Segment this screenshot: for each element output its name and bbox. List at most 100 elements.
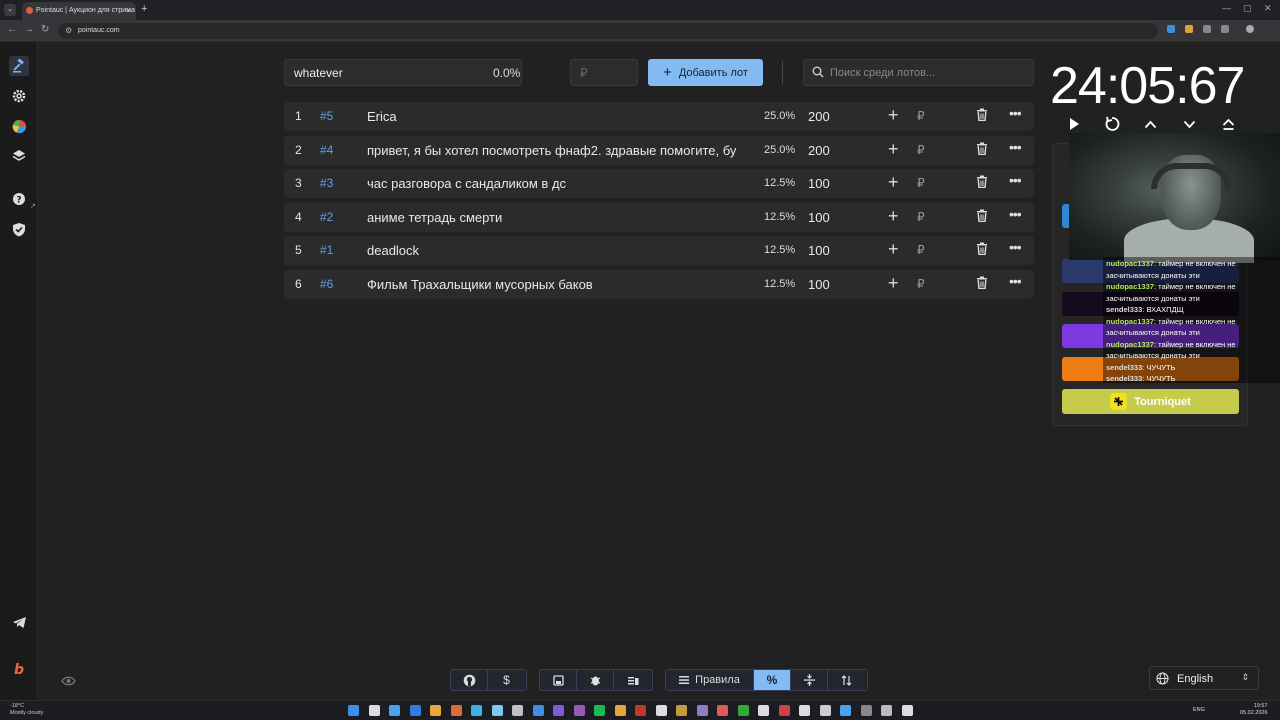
lot-id[interactable]: #5	[320, 109, 333, 123]
lot-currency[interactable]: ₽	[917, 210, 925, 224]
clear-lots-icon[interactable]	[614, 670, 651, 690]
lot-id[interactable]: #3	[320, 176, 333, 190]
lot-currency[interactable]: ₽	[917, 243, 925, 257]
delete-lot-icon[interactable]	[976, 209, 988, 225]
lot-amount[interactable]: 200	[808, 109, 830, 124]
double-chevron-up-icon[interactable]	[1218, 114, 1238, 134]
tourniquet-button[interactable]: Tourniquet	[1062, 389, 1239, 414]
maximize-icon[interactable]: ▢	[1243, 3, 1252, 14]
taskbar-app-icon[interactable]	[655, 705, 667, 716]
lot-id[interactable]: #4	[320, 143, 333, 157]
lot-name[interactable]: Фильм Трахальщики мусорных баков	[367, 277, 747, 292]
extension-icon[interactable]	[1185, 25, 1193, 33]
delete-lot-icon[interactable]	[976, 276, 988, 292]
more-options-icon[interactable]: •••	[1009, 206, 1022, 222]
lot-name[interactable]: аниме тетрадь смерти	[367, 210, 747, 225]
lot-name[interactable]: привет, я бы хотел посмотреть фнаф2. здр…	[367, 143, 747, 158]
taskbar-app-icon[interactable]	[635, 705, 646, 716]
taskbar-app-icon[interactable]	[778, 705, 790, 716]
taskbar-app-icon[interactable]	[758, 705, 769, 716]
more-options-icon[interactable]: •••	[1009, 105, 1022, 121]
lot-name-input[interactable]: whatever	[284, 59, 522, 86]
more-options-icon[interactable]: •••	[1009, 273, 1022, 289]
new-tab-icon[interactable]: +	[141, 3, 147, 15]
more-options-icon[interactable]: •••	[1009, 172, 1022, 188]
lot-amount[interactable]: 100	[808, 277, 830, 292]
taskbar-app-icon[interactable]	[860, 705, 872, 716]
taskbar-app-icon[interactable]	[676, 705, 687, 716]
lot-amount[interactable]: 100	[808, 176, 830, 191]
taskbar-app-icon[interactable]	[901, 705, 913, 716]
language-select[interactable]: English ⇕	[1149, 666, 1259, 690]
delete-lot-icon[interactable]	[976, 175, 988, 191]
add-amount-icon[interactable]: +	[888, 172, 899, 193]
taskbar-app-icon[interactable]	[532, 705, 544, 716]
lot-id[interactable]: #2	[320, 210, 333, 224]
taskbar-app-icon[interactable]	[368, 705, 380, 716]
lot-amount[interactable]: 100	[808, 210, 830, 225]
lot-amount[interactable]: 200	[808, 143, 830, 158]
profile-avatar[interactable]	[1246, 25, 1254, 33]
lot-name[interactable]: час разговора с сандаликом в дс	[367, 176, 747, 191]
lot-currency[interactable]: ₽	[917, 176, 925, 190]
taskbar-app-icon[interactable]	[491, 705, 503, 716]
bug-icon[interactable]	[577, 670, 614, 690]
add-amount-icon[interactable]: +	[888, 139, 899, 160]
keyboard-language[interactable]: ENG	[1193, 707, 1205, 713]
lot-amount[interactable]: 100	[808, 243, 830, 258]
taskbar-app-icon[interactable]	[389, 705, 400, 716]
close-tab-icon[interactable]: ✕	[125, 6, 132, 15]
percent-toggle-icon[interactable]: %	[754, 670, 791, 690]
github-icon[interactable]	[451, 670, 488, 690]
more-options-icon[interactable]: •••	[1009, 139, 1022, 155]
lot-search-input[interactable]: Поиск среди лотов...	[803, 59, 1034, 86]
delete-lot-icon[interactable]	[976, 108, 988, 124]
shield-check-icon[interactable]	[9, 219, 29, 239]
add-lot-button[interactable]: + Добавить лот	[648, 59, 763, 86]
add-amount-icon[interactable]: +	[888, 105, 899, 126]
auction-gavel-icon[interactable]	[9, 56, 29, 76]
rules-button[interactable]: Правила	[666, 670, 754, 690]
help-icon[interactable]: ?	[9, 189, 29, 209]
url-field[interactable]: ⚙ pointauc.com	[58, 23, 1158, 39]
amount-input[interactable]: ₽	[570, 59, 638, 86]
delete-lot-icon[interactable]	[976, 142, 988, 158]
telegram-icon[interactable]	[9, 612, 29, 632]
tab-list-button[interactable]: ⌄	[4, 4, 16, 16]
lot-row[interactable]: 4 #2 аниме тетрадь смерти 12.5% 100 + ₽ •••	[284, 202, 1034, 232]
taskbar-app-icon[interactable]	[717, 705, 728, 716]
taskbar-app-icon[interactable]	[737, 705, 749, 716]
compact-view-icon[interactable]	[791, 670, 828, 690]
lot-row[interactable]: 5 #1 deadlock 12.5% 100 + ₽ •••	[284, 236, 1034, 266]
lot-row[interactable]: 2 #4 привет, я бы хотел посмотреть фнаф2. …	[284, 135, 1034, 165]
taskbar-app-icon[interactable]	[573, 705, 585, 716]
lot-id[interactable]: #1	[320, 243, 333, 257]
taskbar-app-icon[interactable]	[430, 705, 441, 716]
taskbar-app-icon[interactable]	[594, 705, 605, 716]
play-icon[interactable]	[1064, 114, 1084, 134]
close-window-icon[interactable]: ✕	[1264, 3, 1272, 14]
taskbar-app-icon[interactable]	[696, 705, 708, 716]
taskbar-app-icon[interactable]	[450, 705, 462, 716]
site-info-icon[interactable]: ⚙	[65, 26, 72, 35]
delete-lot-icon[interactable]	[976, 242, 988, 258]
taskbar-app-icon[interactable]	[799, 705, 810, 716]
reload-icon[interactable]: ↻	[41, 24, 49, 35]
settings-gear-icon[interactable]	[9, 86, 29, 106]
donate-dollar-icon[interactable]: $	[488, 670, 525, 690]
add-amount-icon[interactable]: +	[888, 273, 899, 294]
lot-name[interactable]: Erica	[367, 109, 747, 124]
chevron-up-icon[interactable]	[1140, 114, 1160, 134]
minimize-icon[interactable]: —	[1222, 3, 1231, 13]
layers-icon[interactable]	[9, 146, 29, 166]
taskbar-app-icon[interactable]	[471, 705, 482, 716]
taskbar-app-icon[interactable]	[409, 705, 421, 716]
weather-widget[interactable]: -18°C Mostly cloudy	[10, 703, 43, 717]
taskbar-app-icon[interactable]	[512, 705, 523, 716]
browser-tab[interactable]: Pointauc | Аукцион для стрима ✕	[22, 2, 136, 20]
taskbar-app-icon[interactable]	[819, 705, 831, 716]
system-clock[interactable]: 19:57 05.02.2026	[1240, 703, 1268, 717]
add-amount-icon[interactable]: +	[888, 239, 899, 260]
lot-name[interactable]: deadlock	[367, 243, 747, 258]
extension-icon[interactable]	[1167, 25, 1175, 33]
